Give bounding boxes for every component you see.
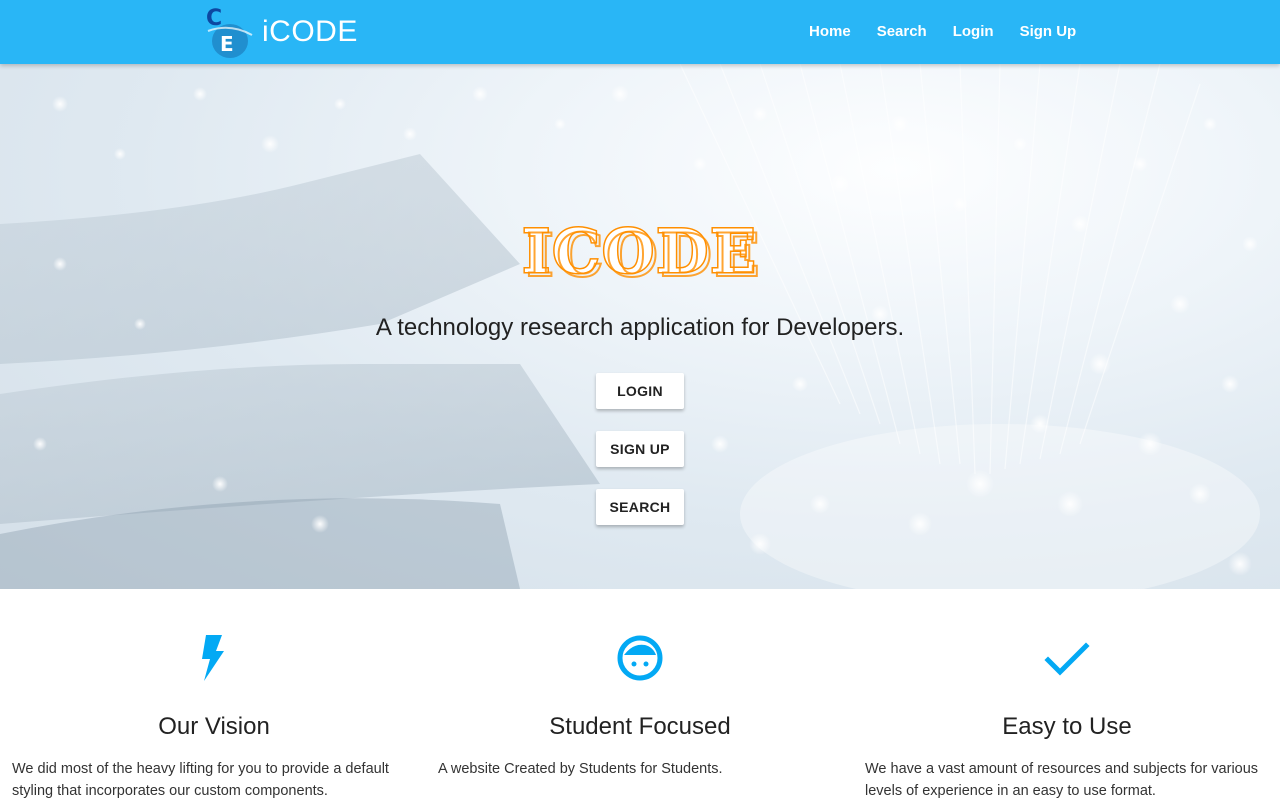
search-button[interactable]: SEARCH (596, 489, 684, 525)
hero-title-shadow: ICODE (526, 221, 762, 286)
nav-search-link[interactable]: Search (864, 0, 940, 64)
hero-section: ICODE ICODE A technology research applic… (0, 64, 1280, 589)
features-section: Our Vision We did most of the heavy lift… (0, 589, 1280, 800)
brand-name: iCODE (262, 15, 358, 48)
top-navbar: C E iCODE Home Search Login Sign Up (0, 0, 1280, 64)
svg-text:E: E (220, 32, 234, 56)
nav-links: Home Search Login Sign Up (796, 0, 1089, 64)
nav-login-link[interactable]: Login (940, 0, 1007, 64)
feature-text: We have a vast amount of resources and s… (865, 761, 1259, 799)
feature-text: A website Created by Students for Studen… (438, 761, 723, 777)
nav-home-link[interactable]: Home (796, 0, 864, 64)
feature-text: We did most of the heavy lifting for you… (12, 761, 389, 799)
feature-title: Our Vision (158, 713, 270, 740)
icode-logo-icon: C E (204, 5, 256, 59)
hero-title: ICODE ICODE (0, 214, 1280, 293)
feature-title: Easy to Use (1002, 713, 1132, 740)
bolt-icon (202, 635, 224, 681)
face-icon (617, 635, 663, 681)
check-icon (1044, 642, 1090, 676)
brand-link[interactable]: C E iCODE (204, 4, 358, 60)
hero-subtitle: A technology research application for De… (375, 314, 905, 341)
nav-signup-link[interactable]: Sign Up (1007, 0, 1090, 64)
login-button[interactable]: LOGIN (596, 373, 684, 409)
signup-button[interactable]: SIGN UP (596, 431, 684, 467)
feature-title: Student Focused (549, 713, 731, 740)
